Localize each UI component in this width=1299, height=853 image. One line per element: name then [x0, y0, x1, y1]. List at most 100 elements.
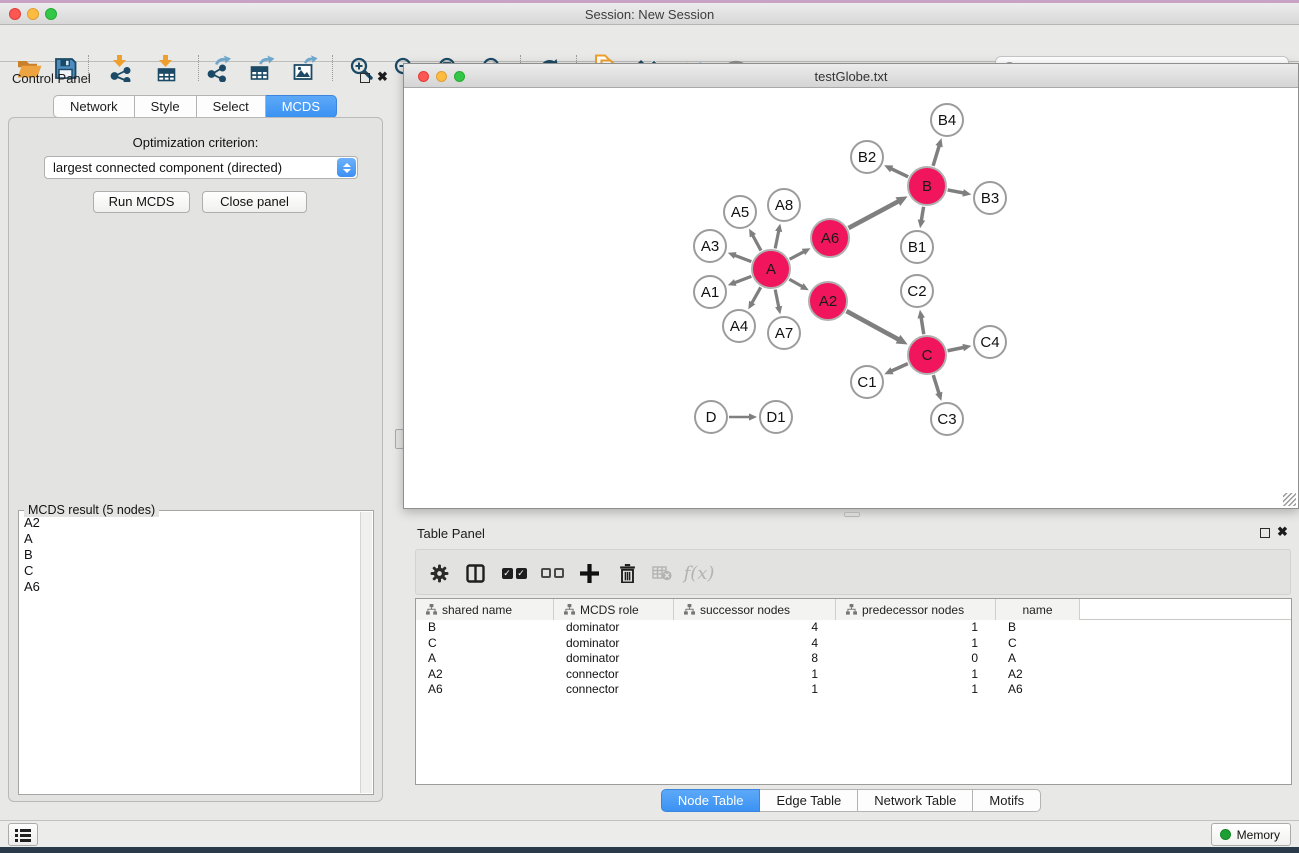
network-node-B2[interactable]: B2	[850, 140, 884, 174]
table-cell: 1	[836, 667, 996, 683]
run-mcds-button[interactable]: Run MCDS	[93, 191, 190, 213]
column-header-MCDS-role[interactable]: MCDS role	[554, 599, 674, 620]
network-node-C[interactable]: C	[907, 335, 947, 375]
column-header-predecessor-nodes[interactable]: predecessor nodes	[836, 599, 996, 620]
mcds-result-item[interactable]: A	[20, 531, 360, 547]
column-type-icon	[426, 604, 437, 615]
column-header-name[interactable]: name	[996, 599, 1080, 620]
session-title: Session: New Session	[0, 7, 1299, 22]
network-node-B4[interactable]: B4	[930, 103, 964, 137]
tab-motifs[interactable]: Motifs	[973, 789, 1041, 812]
column-type-icon	[846, 604, 857, 615]
tab-mcds[interactable]: MCDS	[266, 95, 337, 118]
mcds-panel: Optimization criterion: largest connecte…	[8, 117, 383, 802]
table-cell: C	[416, 636, 554, 652]
network-canvas[interactable]: A A1 A2 A3 A4 A5 A6 A7 A8 B B1 B2 B3 B4 C C1 C2 C3 C4 D D1	[404, 88, 1298, 508]
network-node-A3[interactable]: A3	[693, 229, 727, 263]
tab-style[interactable]: Style	[135, 95, 197, 118]
tab-network[interactable]: Network	[53, 95, 135, 118]
deselect-all-checkboxes-icon[interactable]	[537, 559, 567, 587]
tab-select[interactable]: Select	[197, 95, 266, 118]
node-table-header: shared nameMCDS rolesuccessor nodes prede…	[416, 599, 1291, 620]
table-row[interactable]: A6connector11A6	[416, 682, 1291, 698]
close-panel-icon[interactable]: ✖	[377, 70, 388, 84]
table-cell: dominator	[554, 651, 674, 667]
column-header-successor-nodes[interactable]: successor nodes	[674, 599, 836, 620]
column-header-label: predecessor nodes	[862, 603, 964, 617]
header-filler	[1080, 599, 1291, 619]
node-table-body: Bdominator41BCdominator41CAdominator80AA…	[416, 620, 1291, 698]
column-view-icon[interactable]	[460, 559, 490, 587]
tab-node-table[interactable]: Node Table	[661, 789, 761, 812]
table-toolbar: ✓✓	[415, 549, 1291, 595]
control-panel-title: Control Panel	[12, 71, 91, 86]
edge-arrowhead	[728, 252, 737, 259]
network-node-B3[interactable]: B3	[973, 181, 1007, 215]
network-node-C4[interactable]: C4	[973, 325, 1007, 359]
delete-table-icon[interactable]	[647, 559, 677, 587]
network-node-A1[interactable]: A1	[693, 275, 727, 309]
column-header-label: name	[1022, 603, 1052, 617]
table-cell: 4	[674, 636, 836, 652]
network-node-A5[interactable]: A5	[723, 195, 757, 229]
main-toolbar	[0, 25, 1299, 62]
function-builder-icon[interactable]: f(x)	[684, 559, 714, 587]
network-node-B[interactable]: B	[907, 166, 947, 206]
optimization-criterion-dropdown[interactable]: largest connected component (directed)	[44, 156, 358, 179]
list-icon	[14, 827, 32, 843]
network-node-D[interactable]: D	[694, 400, 728, 434]
network-node-C3[interactable]: C3	[930, 402, 964, 436]
table-cell: 0	[836, 651, 996, 667]
network-node-A[interactable]: A	[751, 249, 791, 289]
mcds-result-item[interactable]: B	[20, 547, 360, 563]
show-panels-list-button[interactable]	[8, 823, 38, 846]
tab-edge-table[interactable]: Edge Table	[760, 789, 858, 812]
table-options-gear-icon[interactable]	[424, 559, 454, 587]
table-row[interactable]: A2connector11A2	[416, 667, 1291, 683]
gear-glyph	[430, 564, 449, 583]
table-tabs: Node Table Edge Table Network Table Moti…	[403, 789, 1299, 812]
network-node-A4[interactable]: A4	[722, 309, 756, 343]
column-header-shared-name[interactable]: shared name	[416, 599, 554, 620]
network-node-A6[interactable]: A6	[810, 218, 850, 258]
table-cell: 1	[836, 682, 996, 698]
table-cell: A6	[416, 682, 554, 698]
window-resize-grip[interactable]	[1283, 493, 1296, 506]
network-node-A8[interactable]: A8	[767, 188, 801, 222]
edge-arrowhead	[917, 310, 924, 319]
network-node-A7[interactable]: A7	[767, 316, 801, 350]
table-cell: A2	[996, 667, 1080, 683]
network-edge-A6-B[interactable]	[849, 200, 902, 229]
edge-arrowhead	[918, 219, 925, 228]
column-type-icon	[684, 604, 695, 615]
trash-glyph	[619, 564, 636, 583]
mcds-result-item[interactable]: C	[20, 563, 360, 579]
horizontal-splitter-handle[interactable]	[844, 512, 860, 517]
network-node-C1[interactable]: C1	[850, 365, 884, 399]
float-panel-icon[interactable]	[360, 73, 370, 83]
network-node-B1[interactable]: B1	[900, 230, 934, 264]
table-row[interactable]: Adominator80A	[416, 651, 1291, 667]
select-all-checkboxes-icon[interactable]: ✓✓	[499, 559, 529, 587]
close-panel-button[interactable]: Close panel	[202, 191, 307, 213]
table-float-panel-icon[interactable]	[1260, 528, 1270, 538]
mcds-result-item[interactable]: A2	[20, 515, 360, 531]
network-edge-A2-C[interactable]	[846, 311, 901, 341]
tab-network-table[interactable]: Network Table	[858, 789, 973, 812]
mcds-result-item[interactable]: A6	[20, 579, 360, 595]
network-window-titlebar[interactable]: testGlobe.txt	[404, 64, 1298, 88]
table-close-panel-icon[interactable]: ✖	[1277, 525, 1288, 539]
table-cell: C	[996, 636, 1080, 652]
network-node-A2[interactable]: A2	[808, 281, 848, 321]
table-cell: 1	[674, 667, 836, 683]
add-column-icon[interactable]	[574, 559, 604, 587]
mcds-result-scrollbar[interactable]	[360, 512, 372, 793]
dropdown-stepper-icon	[337, 158, 356, 177]
network-node-C2[interactable]: C2	[900, 274, 934, 308]
table-row[interactable]: Cdominator41C	[416, 636, 1291, 652]
network-node-D1[interactable]: D1	[759, 400, 793, 434]
memory-button[interactable]: Memory	[1211, 823, 1291, 846]
network-edge-B-B4[interactable]	[933, 143, 940, 166]
delete-column-icon[interactable]	[612, 559, 642, 587]
table-row[interactable]: Bdominator41B	[416, 620, 1291, 636]
